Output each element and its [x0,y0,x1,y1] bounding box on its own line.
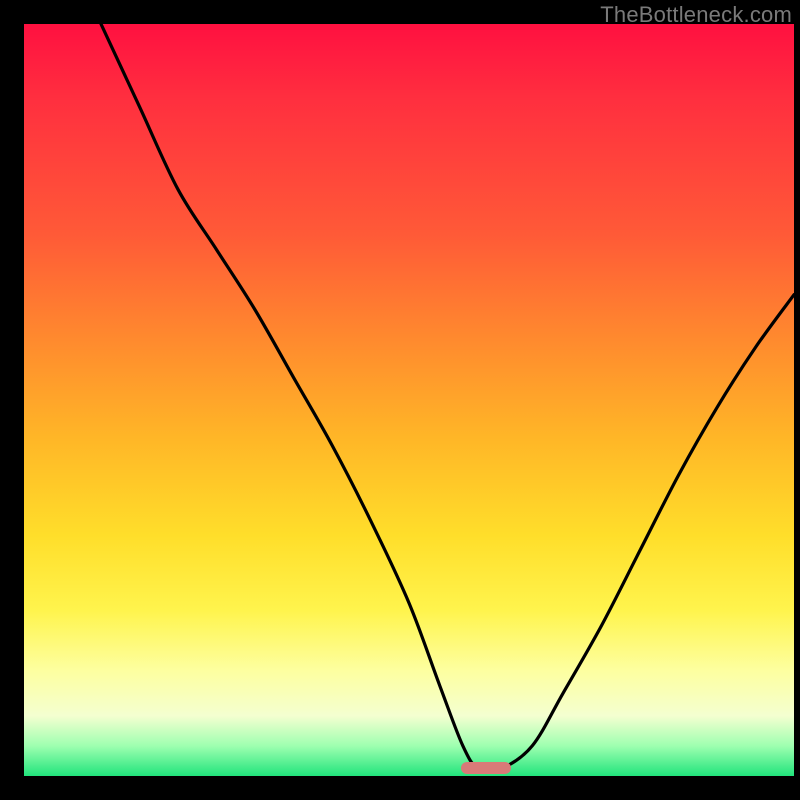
plot-area [24,24,794,776]
watermark-text: TheBottleneck.com [600,2,792,28]
bottleneck-curve [101,24,794,771]
valley-marker [461,762,511,774]
chart-stage: TheBottleneck.com [0,0,800,800]
curve-svg [24,24,794,776]
